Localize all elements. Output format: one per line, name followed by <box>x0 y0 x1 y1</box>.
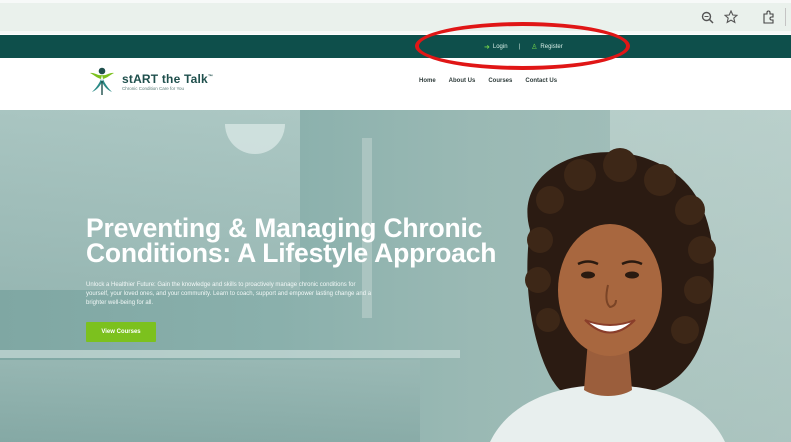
background-floor <box>0 360 420 442</box>
view-courses-button[interactable]: View Courses <box>86 322 156 342</box>
account-links: ➜ Login | ♙ Register <box>484 35 563 58</box>
toolbar-separator <box>785 8 786 26</box>
browser-toolbar <box>0 0 791 34</box>
hero-banner: Preventing & Managing Chronic Conditions… <box>0 110 791 442</box>
hero-title: Preventing & Managing Chronic Conditions… <box>86 213 497 268</box>
zoom-icon[interactable] <box>697 7 717 27</box>
user-icon: ♙ <box>531 42 538 51</box>
main-nav: Home About Us Courses Contact Us <box>419 78 557 84</box>
hero-description: Unlock a Healthier Future: Gain the know… <box>86 282 372 306</box>
extensions-icon[interactable] <box>758 7 778 27</box>
site-header: stART the Talk™ Chronic Condition Care f… <box>0 58 791 110</box>
nav-item-about-us[interactable]: About Us <box>449 78 476 84</box>
nav-item-contact-us[interactable]: Contact Us <box>525 78 557 84</box>
link-divider: | <box>518 43 521 50</box>
logo-name: stART the Talk™ <box>122 71 214 86</box>
logo-tagline: Chronic Condition Care for You <box>122 85 185 91</box>
nav-item-home[interactable]: Home <box>419 78 436 84</box>
star-icon[interactable] <box>721 7 741 27</box>
background-shelf <box>0 350 460 358</box>
logo-figure-icon <box>90 67 114 95</box>
hero-photo-woman <box>490 148 725 442</box>
login-label: Login <box>492 43 508 50</box>
register-link[interactable]: ♙ Register <box>531 43 563 51</box>
nav-item-courses[interactable]: Courses <box>488 78 512 84</box>
top-utility-bar: ➜ Login | ♙ Register <box>0 35 791 58</box>
login-link[interactable]: ➜ Login <box>484 43 508 51</box>
address-bar[interactable] <box>0 3 791 31</box>
login-icon: ➜ <box>484 42 490 51</box>
register-label: Register <box>540 43 563 50</box>
site-logo[interactable]: stART the Talk™ Chronic Condition Care f… <box>88 66 213 96</box>
